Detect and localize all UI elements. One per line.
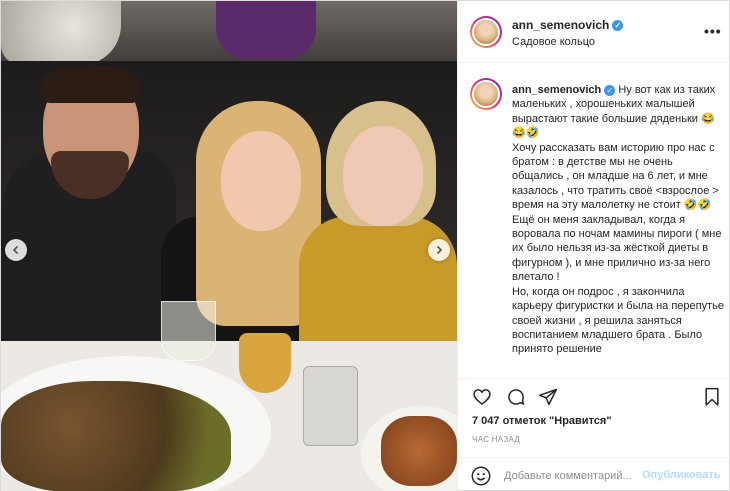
header-location[interactable]: Садовое кольцо	[512, 36, 595, 48]
comment-bar: Опубликовать	[458, 457, 730, 491]
photo-background-person	[216, 1, 316, 59]
caption-avatar[interactable]	[470, 78, 502, 110]
chevron-right-icon[interactable]	[428, 239, 450, 261]
share-icon[interactable]	[536, 385, 560, 409]
comment-icon[interactable]	[504, 385, 528, 409]
header-username[interactable]: ann_semenovich ✓	[512, 18, 624, 32]
heart-icon[interactable]	[470, 385, 494, 409]
post-photo[interactable]	[1, 1, 457, 491]
header-username-text[interactable]: ann_semenovich	[512, 18, 609, 32]
photo-water-glass	[303, 366, 358, 446]
publish-button[interactable]: Опубликовать	[642, 469, 721, 481]
photo-man-hair	[41, 65, 141, 103]
post-side-panel: ann_semenovich ✓ Садовое кольцо ••• ann_s…	[457, 1, 730, 491]
post-actions: 7 047 отметок "Нравится" час назад Опубл…	[458, 378, 730, 491]
caption-text-block: ann_semenovich ✓ Ну вот как из таких мале…	[512, 83, 726, 357]
chevron-left-icon[interactable]	[5, 239, 27, 261]
photo-statue	[1, 1, 121, 65]
photo-food-right	[381, 416, 457, 486]
bookmark-icon[interactable]	[700, 385, 724, 409]
verified-badge-icon: ✓	[612, 20, 624, 32]
photo-woman-center-face	[221, 131, 301, 231]
likes-count[interactable]: 7 047 отметок "Нравится"	[472, 415, 612, 427]
caption-username[interactable]: ann_semenovich	[512, 84, 601, 96]
more-options-icon[interactable]: •••	[704, 23, 722, 39]
post-header: ann_semenovich ✓ Садовое кольцо •••	[458, 1, 730, 63]
post-timestamp[interactable]: час назад	[472, 435, 520, 444]
photo-wine-glass	[161, 301, 216, 361]
verified-badge-icon: ✓	[604, 84, 616, 96]
comment-input[interactable]	[504, 468, 654, 484]
photo-food-left	[1, 381, 231, 491]
photo-amber-glass	[239, 333, 291, 393]
emoji-icon[interactable]	[470, 465, 492, 487]
avatar[interactable]	[470, 16, 502, 48]
photo-woman-right-face	[343, 126, 423, 226]
instagram-post: ann_semenovich ✓ Садовое кольцо ••• ann_s…	[0, 0, 730, 491]
caption-text: Ну вот как из таких маленьких , хорошень…	[512, 84, 724, 356]
post-caption: ann_semenovich ✓ Ну вот как из таких мале…	[458, 63, 730, 378]
